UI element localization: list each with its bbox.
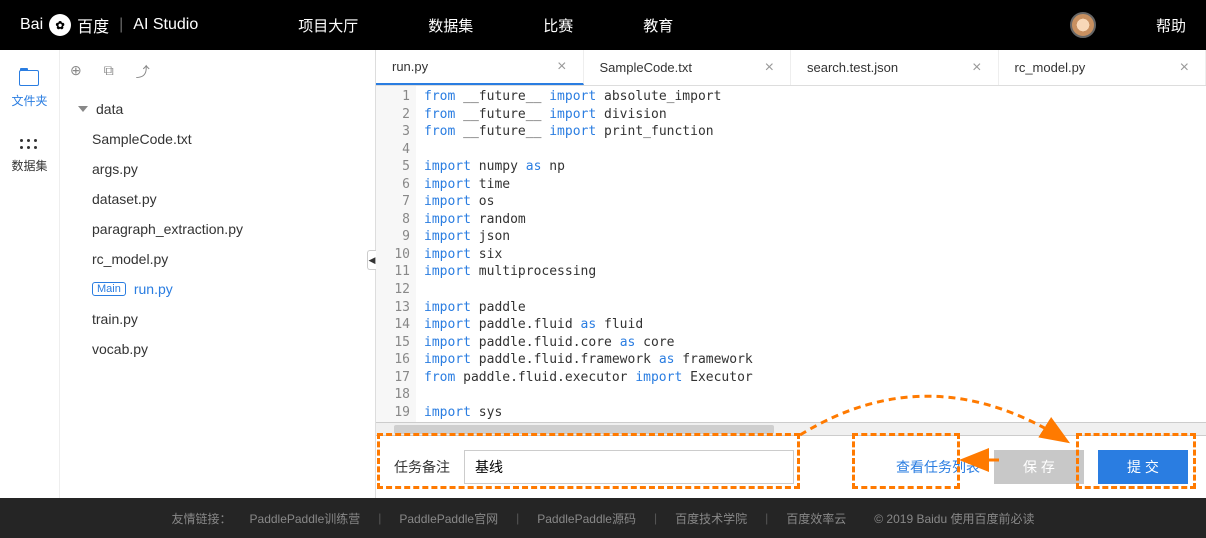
tab-search-test[interactable]: search.test.json× — [791, 50, 999, 85]
logo[interactable]: Bai✿ 百度 | AI Studio — [20, 13, 198, 37]
help-link[interactable]: 帮助 — [1156, 15, 1186, 36]
submit-button[interactable]: 提 交 — [1098, 450, 1188, 484]
horizontal-scrollbar[interactable] — [376, 422, 1206, 435]
tab-run-py[interactable]: run.py× — [376, 50, 584, 85]
rail-datasets[interactable]: 数据集 — [11, 139, 47, 174]
footer-link[interactable]: PaddlePaddle训练营 — [250, 510, 361, 527]
tree-file[interactable]: vocab.py — [68, 334, 367, 364]
upload-icon[interactable]: ⤴ — [136, 62, 150, 82]
editor-tabs: run.py× SampleCode.txt× search.test.json… — [376, 50, 1206, 86]
tree-file[interactable]: rc_model.py — [68, 244, 367, 274]
footer-prefix: 友情链接： — [172, 510, 232, 527]
tree-file[interactable]: dataset.py — [68, 184, 367, 214]
paw-icon: ✿ — [49, 14, 71, 36]
collapse-sidebar-button[interactable]: ◀ — [367, 250, 376, 270]
main-badge: Main — [92, 282, 126, 296]
footer-link[interactable]: PaddlePaddle源码 — [537, 510, 636, 527]
tree-file-active[interactable]: Main run.py — [68, 274, 367, 304]
sidebar-toolbar: ⊕ ⧉ ⤴ — [60, 50, 375, 94]
grid-icon — [20, 139, 38, 151]
nav-education[interactable]: 教育 — [643, 15, 673, 36]
nav-projects[interactable]: 项目大厅 — [298, 15, 358, 36]
close-icon[interactable]: × — [972, 59, 981, 77]
view-tasks-link[interactable]: 查看任务列表 — [896, 457, 980, 477]
nav-competitions[interactable]: 比赛 — [543, 15, 573, 36]
footer-link[interactable]: 百度技术学院 — [675, 510, 747, 527]
close-icon[interactable]: × — [765, 59, 774, 77]
top-nav: 项目大厅 数据集 比赛 教育 — [298, 15, 1070, 36]
tab-samplecode[interactable]: SampleCode.txt× — [584, 50, 792, 85]
tree-file[interactable]: SampleCode.txt — [68, 124, 367, 154]
tab-rc-model[interactable]: rc_model.py× — [999, 50, 1206, 85]
file-sidebar: ⊕ ⧉ ⤴ data SampleCode.txt args.py datase… — [60, 50, 375, 498]
top-header: Bai✿ 百度 | AI Studio 项目大厅 数据集 比赛 教育 帮助 — [0, 0, 1206, 50]
line-gutter: 1234567891011121314151617181920 ▸2122232… — [376, 86, 416, 422]
file-tree: data SampleCode.txt args.py dataset.py p… — [60, 94, 375, 364]
tree-folder-data[interactable]: data — [68, 94, 367, 124]
editor: ◀ run.py× SampleCode.txt× search.test.js… — [375, 50, 1206, 498]
chevron-down-icon — [78, 106, 88, 112]
new-folder-icon[interactable]: ⧉ — [104, 62, 114, 82]
avatar[interactable] — [1070, 12, 1096, 38]
new-file-icon[interactable]: ⊕ — [70, 62, 82, 82]
nav-datasets[interactable]: 数据集 — [428, 15, 473, 36]
folder-icon — [19, 70, 39, 86]
tree-file[interactable]: args.py — [68, 154, 367, 184]
close-icon[interactable]: × — [1180, 59, 1189, 77]
rail-files[interactable]: 文件夹 — [11, 70, 47, 109]
code-content[interactable]: from __future__ import absolute_import f… — [416, 86, 1206, 422]
tree-file[interactable]: train.py — [68, 304, 367, 334]
close-icon[interactable]: × — [557, 58, 566, 76]
tree-file[interactable]: paragraph_extraction.py — [68, 214, 367, 244]
task-remark-input[interactable] — [464, 450, 794, 484]
save-button[interactable]: 保 存 — [994, 450, 1084, 484]
logo-studio: AI Studio — [133, 16, 198, 34]
left-rail: 文件夹 数据集 — [0, 50, 60, 498]
footer-copyright: © 2019 Baidu 使用百度前必读 — [874, 510, 1034, 527]
code-area[interactable]: 1234567891011121314151617181920 ▸2122232… — [376, 86, 1206, 422]
logo-baidu: 百度 — [77, 13, 109, 37]
task-footer: 任务备注 查看任务列表 保 存 提 交 — [376, 435, 1206, 498]
footer-link[interactable]: PaddlePaddle官网 — [399, 510, 498, 527]
footer-links: 友情链接： PaddlePaddle训练营| PaddlePaddle官网| P… — [0, 498, 1206, 538]
logo-divider: | — [119, 16, 123, 34]
task-remark-label: 任务备注 — [394, 457, 450, 477]
footer-link[interactable]: 百度效率云 — [786, 510, 846, 527]
